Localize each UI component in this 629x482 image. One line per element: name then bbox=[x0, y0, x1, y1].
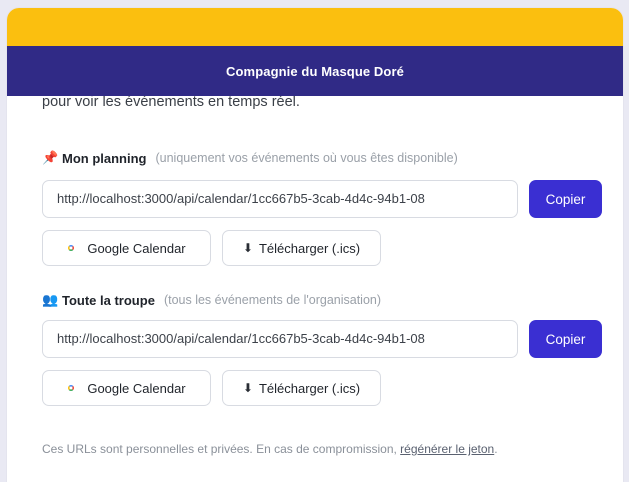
copy-troupe-url-button[interactable]: Copier bbox=[529, 320, 602, 358]
google-calendar-troupe-button[interactable]: Google Calendar bbox=[42, 370, 211, 406]
troupe-calendar-url-field[interactable]: http://localhost:3000/api/calendar/1cc66… bbox=[42, 320, 518, 358]
copy-personal-url-button[interactable]: Copier bbox=[529, 180, 602, 218]
privacy-note-period: . bbox=[494, 442, 498, 456]
section-title-toute-la-troupe: 👥 Toute la troupe (tous les événements d… bbox=[42, 292, 381, 308]
section-title-label: Toute la troupe bbox=[62, 292, 155, 308]
brand-header: Compagnie du Masque Doré bbox=[7, 46, 623, 96]
page-backdrop: Compagnie du Masque Doré pour voir les é… bbox=[0, 0, 629, 482]
download-ics-label: Télécharger (.ics) bbox=[258, 380, 361, 396]
section-hint: (uniquement vos événements où vous êtes … bbox=[155, 151, 458, 165]
download-ics-label: Télécharger (.ics) bbox=[258, 240, 361, 256]
download-ics-personal-button[interactable]: ⬇ Télécharger (.ics) bbox=[222, 230, 381, 266]
google-calendar-personal-button[interactable]: Google Calendar bbox=[42, 230, 211, 266]
regenerate-token-link[interactable]: régénérer le jeton bbox=[400, 442, 494, 456]
troupe-calendar-url: http://localhost:3000/api/calendar/1cc66… bbox=[57, 331, 425, 346]
download-icon: ⬇ bbox=[242, 241, 253, 255]
download-ics-troupe-button[interactable]: ⬇ Télécharger (.ics) bbox=[222, 370, 381, 406]
calendar-sync-card: Compagnie du Masque Doré pour voir les é… bbox=[7, 8, 623, 482]
privacy-note-text: Ces URLs sont personnelles et privées. E… bbox=[42, 442, 397, 456]
intro-line: pour voir les événements en temps réel. bbox=[42, 94, 300, 110]
google-calendar-label: Google Calendar bbox=[87, 380, 186, 396]
google-icon bbox=[68, 385, 75, 391]
personal-calendar-url-field[interactable]: http://localhost:3000/api/calendar/1cc66… bbox=[42, 180, 518, 218]
personal-calendar-url: http://localhost:3000/api/calendar/1cc66… bbox=[57, 191, 425, 206]
copy-button-label: Copier bbox=[545, 191, 586, 207]
pin-icon: 📌 bbox=[42, 150, 59, 165]
accent-top-bar bbox=[7, 8, 623, 46]
google-icon bbox=[68, 245, 75, 251]
privacy-note: Ces URLs sont personnelles et privées. E… bbox=[42, 442, 498, 456]
section-title-label: Mon planning bbox=[62, 150, 147, 166]
google-calendar-label: Google Calendar bbox=[87, 240, 186, 256]
section-hint: (tous les événements de l'organisation) bbox=[163, 293, 382, 307]
download-icon: ⬇ bbox=[242, 381, 253, 395]
copy-button-label: Copier bbox=[545, 331, 586, 347]
brand-title: Compagnie du Masque Doré bbox=[226, 63, 404, 79]
group-icon: 👥 bbox=[42, 292, 59, 307]
section-title-mon-planning: 📌 Mon planning (uniquement vos événement… bbox=[42, 150, 458, 166]
